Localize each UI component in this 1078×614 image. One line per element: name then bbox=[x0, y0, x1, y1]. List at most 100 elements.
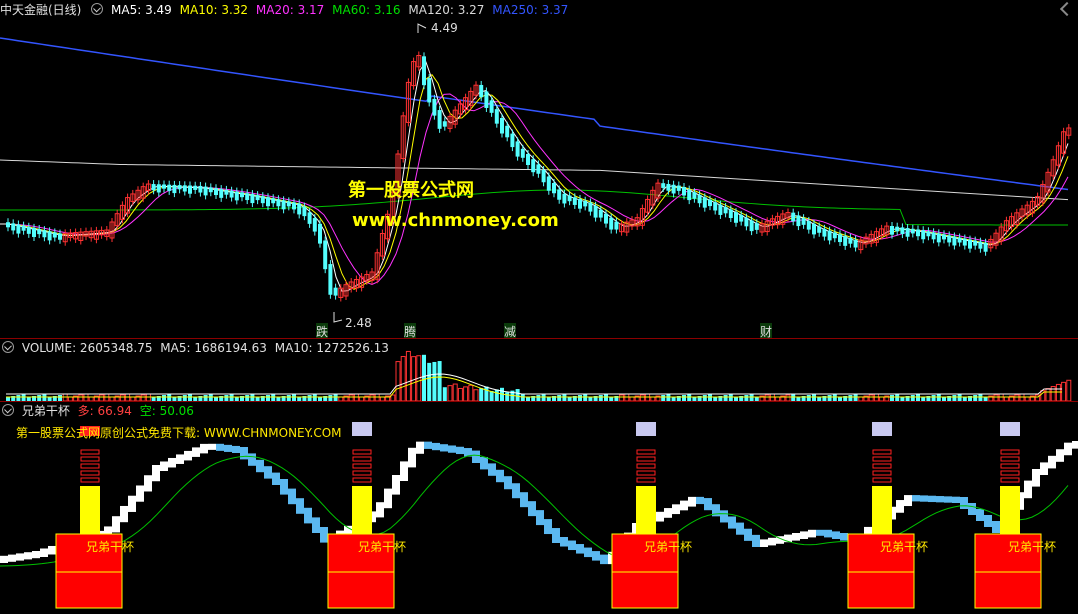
candle-body bbox=[156, 184, 161, 193]
indicator-step bbox=[728, 516, 736, 529]
indicator-step bbox=[536, 510, 544, 526]
candle-body bbox=[583, 200, 588, 207]
indicator-step bbox=[936, 496, 944, 503]
indicator-step bbox=[1072, 441, 1078, 449]
candle-body bbox=[682, 187, 686, 196]
candle-body bbox=[676, 185, 681, 191]
indicator-step bbox=[832, 531, 840, 539]
signal-box-label-4: 兄弟干杯 bbox=[880, 540, 929, 554]
candle-body bbox=[593, 205, 598, 218]
candle-body bbox=[910, 228, 915, 234]
signal-ladder-rung bbox=[80, 456, 100, 462]
volume-chart-svg bbox=[6, 350, 1072, 401]
candle-body bbox=[791, 212, 796, 222]
candle-body bbox=[489, 100, 494, 113]
signal-bar-5 bbox=[1000, 486, 1020, 534]
candle-body bbox=[531, 159, 536, 173]
candle-body bbox=[598, 209, 603, 218]
indicator-step bbox=[448, 445, 456, 453]
indicator-step bbox=[568, 540, 576, 551]
signal-bar-1 bbox=[80, 486, 100, 534]
signal-ladder-rung bbox=[352, 470, 372, 476]
candle-body bbox=[801, 218, 806, 225]
indicator-step bbox=[232, 445, 240, 453]
candle-body bbox=[432, 98, 437, 116]
candle-body bbox=[604, 213, 608, 224]
indicator-step bbox=[736, 522, 744, 535]
signal-ladder-rung bbox=[352, 463, 372, 469]
indicator-step bbox=[160, 461, 168, 471]
indicator-step bbox=[984, 515, 992, 527]
indicator-step bbox=[168, 457, 176, 468]
candle-body bbox=[718, 204, 723, 215]
volume-bar bbox=[473, 389, 479, 401]
low-marker bbox=[333, 312, 343, 323]
candle-body bbox=[58, 233, 62, 240]
candle-body bbox=[32, 227, 36, 237]
candle-body bbox=[219, 189, 224, 198]
indicator-step bbox=[744, 528, 752, 541]
candle-body bbox=[162, 184, 166, 189]
candle-body bbox=[962, 238, 967, 246]
candle-body bbox=[26, 226, 31, 234]
candle-body bbox=[281, 200, 286, 210]
candle-body bbox=[323, 240, 328, 270]
candle-body bbox=[931, 232, 936, 240]
candle-body bbox=[728, 209, 733, 219]
indicator-step bbox=[48, 545, 56, 555]
candle-body bbox=[224, 189, 229, 195]
candle-body bbox=[500, 118, 504, 134]
indicator-panel[interactable]: 兄弟干杯 多: 66.94 空: 50.06 第一股票公式网原创公式免费下载: … bbox=[0, 402, 1078, 614]
candle-body bbox=[52, 232, 57, 238]
candle-body bbox=[968, 239, 972, 249]
signal-bar-4 bbox=[872, 486, 892, 534]
candle-body bbox=[260, 196, 265, 204]
candle-body bbox=[952, 236, 957, 246]
indicator-step bbox=[808, 529, 816, 538]
volume-bar bbox=[494, 389, 499, 401]
candle-body bbox=[328, 264, 333, 295]
candle-body bbox=[505, 125, 510, 138]
indicator-step bbox=[376, 502, 384, 518]
indicator-step bbox=[696, 496, 704, 505]
low-price-label: 2.48 bbox=[345, 316, 372, 330]
signal-cap-4 bbox=[872, 422, 892, 436]
indicator-step bbox=[1024, 480, 1032, 499]
volume-panel[interactable]: VOLUME: 2605348.75 MA5: 1686194.63 MA10:… bbox=[0, 339, 1078, 401]
candle-body bbox=[16, 224, 21, 234]
candle-body bbox=[567, 195, 572, 202]
candle-body bbox=[754, 223, 759, 230]
candle-body bbox=[708, 199, 712, 207]
candle-body bbox=[318, 223, 322, 244]
indicator-step bbox=[992, 521, 1000, 533]
volume-bar bbox=[1055, 383, 1061, 401]
price-chart-panel[interactable]: 中天金融(日线) MA5: 3.49 MA10: 3.32 MA20: 3.17… bbox=[0, 0, 1078, 340]
volume-bar bbox=[437, 361, 442, 401]
candle-body bbox=[812, 223, 816, 235]
candle-body bbox=[843, 236, 848, 246]
indicator-step bbox=[512, 483, 520, 499]
indicator-step bbox=[816, 529, 824, 536]
candle-body bbox=[541, 170, 546, 183]
indicator-step bbox=[904, 495, 912, 507]
indicator-step bbox=[584, 547, 592, 558]
candle-body bbox=[978, 241, 983, 249]
indicator-step bbox=[216, 443, 224, 451]
volume-bar bbox=[442, 387, 447, 401]
signal-ladder-rung bbox=[1000, 470, 1020, 476]
indicator-step bbox=[240, 447, 248, 460]
candle-body bbox=[739, 214, 744, 222]
volume-bar bbox=[468, 384, 474, 401]
candle-body bbox=[562, 193, 567, 204]
indicator-step bbox=[912, 495, 920, 502]
signal-ladder-rung bbox=[636, 449, 656, 455]
indicator-step bbox=[0, 555, 8, 563]
indicator-step bbox=[952, 496, 960, 503]
indicator-step bbox=[1032, 469, 1040, 487]
candle-body bbox=[895, 226, 900, 232]
watermark-url: www.chnmoney.com bbox=[352, 210, 559, 231]
candle-body bbox=[687, 189, 692, 201]
candle-body bbox=[515, 141, 520, 157]
signal-ladder-rung bbox=[872, 477, 892, 483]
candle-body bbox=[822, 228, 827, 237]
